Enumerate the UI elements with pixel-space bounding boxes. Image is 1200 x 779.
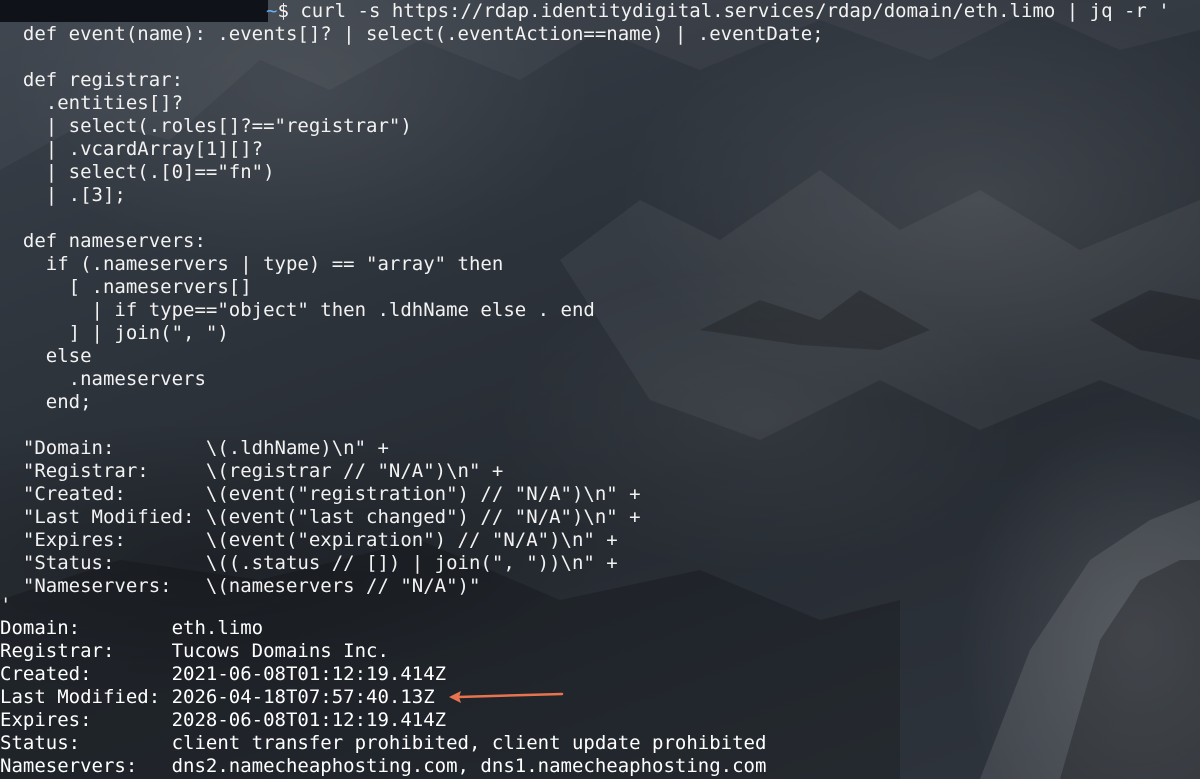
script-line: "Last Modified: \(event("last changed") … [0,506,641,528]
output-registrar: Registrar: Tucows Domains Inc. [0,640,389,662]
script-line: | select(.roles[]?=="registrar") [0,115,412,137]
script-line: def nameservers: [0,230,206,252]
script-line: "Expires: \(event("expiration") // "N/A"… [0,529,618,551]
command-text: curl -s https://rdap.identitydigital.ser… [288,0,1170,22]
output-last-modified: Last Modified: 2026-04-18T07:57:40.13Z [0,686,435,708]
output-nameservers: Nameservers: dns2.namecheaphosting.com, … [0,755,767,777]
script-line: | if type=="object" then .ldhName else .… [0,299,595,321]
command-line[interactable]: ~$ curl -s https://rdap.identitydigital.… [266,0,1170,23]
prompt-path: ~ [266,0,278,22]
annotation-arrow-icon [449,691,564,703]
script-line: "Created: \(event("registration") // "N/… [0,483,641,505]
output-domain: Domain: eth.limo [0,617,264,639]
script-line: "Domain: \(.ldhName)\n" + [0,437,389,459]
script-line: if (.nameservers | type) == "array" then [0,253,504,275]
script-line: | select(.[0]=="fn") [0,161,275,183]
prompt-user-host-bar [0,0,268,22]
script-line: "Nameservers: \(nameservers // "N/A")" [0,575,481,597]
output-expires: Expires: 2028-06-08T01:12:19.414Z [0,709,447,731]
script-line: .nameservers [0,368,206,390]
script-line: | .vcardArray[1][]? [0,138,264,160]
script-line: | .[3]; [0,184,126,206]
script-line: .entities[]? [0,92,184,114]
script-line: [ .nameservers[] [0,276,252,298]
script-line: ] | join(", ") [0,322,229,344]
script-line: "Registrar: \(registrar // "N/A")\n" + [0,460,504,482]
script-line: ' [0,594,12,616]
script-line: else [0,345,92,367]
output-created: Created: 2021-06-08T01:12:19.414Z [0,663,447,685]
terminal-window[interactable]: ~$ curl -s https://rdap.identitydigital.… [0,0,1200,779]
script-line: def event(name): .events[]? | select(.ev… [0,23,824,45]
output-status: Status: client transfer prohibited, clie… [0,732,767,754]
prompt-symbol: $ [277,0,289,22]
script-line: def registrar: [0,69,184,91]
script-line: "Status: \((.status // []) | join(", "))… [0,552,618,574]
script-line: end; [0,391,92,413]
